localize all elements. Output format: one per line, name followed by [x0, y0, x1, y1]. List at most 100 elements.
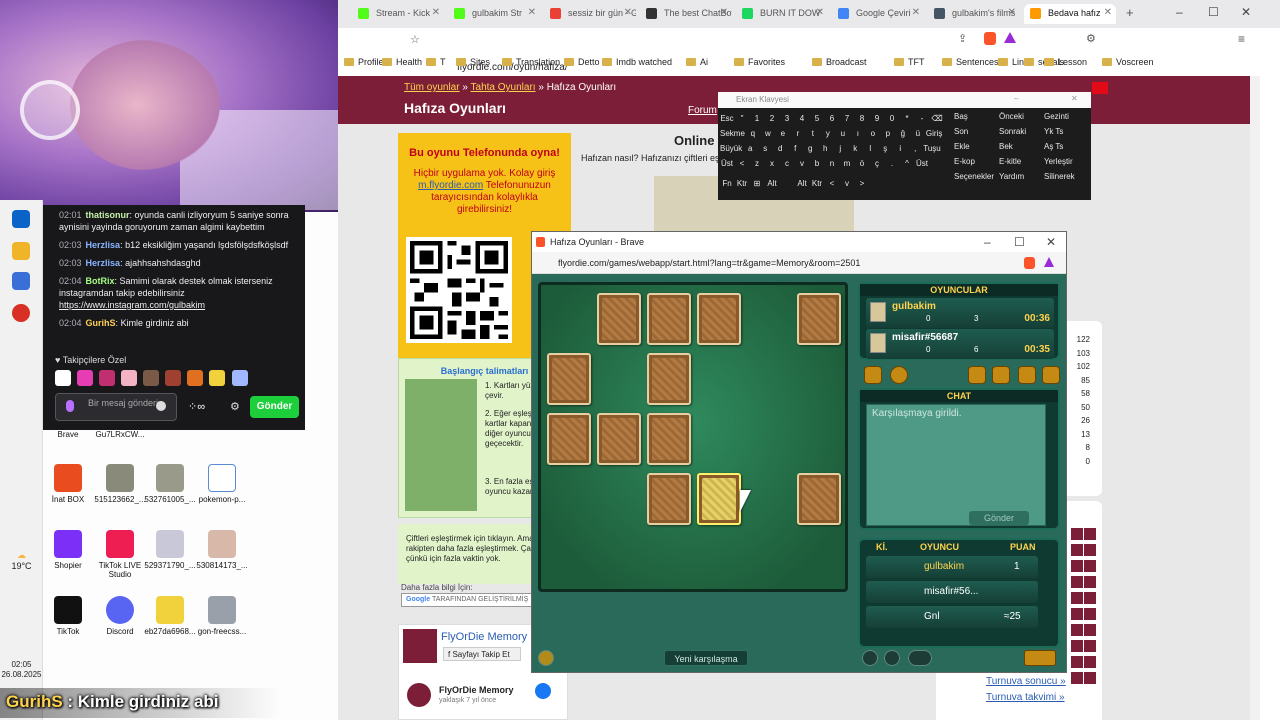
keyboard-side-key[interactable]: Baş	[954, 110, 998, 124]
keyboard-key[interactable]: w	[761, 127, 775, 141]
memory-card[interactable]	[597, 293, 641, 345]
keyboard-key[interactable]: x	[765, 157, 779, 171]
menu-icon[interactable]: ≡	[1238, 32, 1245, 46]
emote-face[interactable]	[165, 370, 182, 386]
bookmark-icon[interactable]: ☆	[410, 33, 420, 46]
keyboard-key[interactable]: ş	[878, 142, 892, 156]
chat-username[interactable]: GurihS	[86, 318, 116, 328]
memory-card[interactable]	[547, 413, 591, 465]
brave-rewards-icon[interactable]	[1044, 257, 1054, 267]
keyboard-key[interactable]: Ktr	[735, 177, 749, 191]
tab-close-icon[interactable]: ✕	[720, 7, 728, 18]
keyboard-key[interactable]: 1	[750, 112, 764, 126]
keyboard-key[interactable]: 6	[825, 112, 839, 126]
settings-icon[interactable]	[864, 366, 882, 384]
keyboard-key[interactable]: Alt	[795, 177, 809, 191]
keyboard-key[interactable]: ö	[855, 157, 869, 171]
memory-card[interactable]	[697, 293, 741, 345]
emote-pikachu[interactable]	[209, 370, 226, 386]
keyboard-key[interactable]: Fn	[720, 177, 734, 191]
keyboard-key[interactable]: f	[788, 142, 802, 156]
keyboard-key[interactable]: <	[825, 177, 839, 191]
keyboard-key[interactable]: 7	[840, 112, 854, 126]
page-scrollbar[interactable]	[1250, 76, 1260, 720]
keyboard-key[interactable]: a	[743, 142, 757, 156]
send-button[interactable]: Gönder	[250, 396, 299, 418]
keyboard-key[interactable]: ⊞	[750, 177, 764, 191]
tournament-schedule-link[interactable]: Turnuva takvimi »	[986, 690, 1066, 706]
keyboard-key[interactable]: ,	[908, 142, 922, 156]
bookmark-item[interactable]: Imdb watched	[602, 57, 672, 67]
keyboard-key[interactable]: ^	[900, 157, 914, 171]
bookmark-item[interactable]: Voscreen	[1102, 57, 1154, 67]
bookmark-item[interactable]: Profile	[344, 57, 384, 67]
promo-link[interactable]: m.flyordie.com	[418, 180, 483, 191]
keyboard-key[interactable]: b	[810, 157, 824, 171]
bookmark-item[interactable]: Broadcast	[812, 57, 867, 67]
chat-send-button[interactable]: Gönder	[969, 511, 1029, 525]
tab[interactable]: The best ChatBot ✕	[640, 4, 732, 24]
brave-rewards-icon[interactable]	[1004, 32, 1016, 43]
keyboard-key[interactable]: p	[881, 127, 895, 141]
tab[interactable]: gulbakim Str ✕	[448, 4, 540, 24]
keyboard-side-key[interactable]: Aş Ts	[1044, 140, 1088, 154]
keyboard-key[interactable]: u	[836, 127, 850, 141]
keyboard-key[interactable]: Tuşu	[923, 142, 941, 156]
game-maximize-button[interactable]: ☐	[1014, 235, 1025, 249]
gift-icon[interactable]: ⁘∞	[188, 400, 205, 413]
keyboard-key[interactable]: ⌫	[930, 112, 944, 126]
keyboard-side-key[interactable]: Bek	[999, 140, 1043, 154]
emote-s[interactable]	[77, 370, 94, 386]
keyboard-key[interactable]: Üst	[915, 157, 929, 171]
bookmark-item[interactable]: Favorites	[734, 57, 785, 67]
desktop-icon-document[interactable]: pokemon-p...	[190, 464, 254, 504]
tab-close-icon[interactable]: ✕	[432, 7, 440, 18]
chat-bubble-icon[interactable]	[1018, 366, 1036, 384]
game-url-bar[interactable]: flyordie.com/games/webapp/start.html?lan…	[532, 252, 1066, 274]
tab-close-icon[interactable]: ✕	[624, 7, 632, 18]
keyboard-key[interactable]: -	[915, 112, 929, 126]
keyboard-key[interactable]: g	[803, 142, 817, 156]
keyboard-key[interactable]: ı	[851, 127, 865, 141]
keyboard-key[interactable]: d	[773, 142, 787, 156]
game-close-button[interactable]: ✕	[1046, 235, 1056, 249]
emoji-icon[interactable]	[156, 401, 166, 411]
emote-a[interactable]	[55, 370, 71, 386]
keyboard-key[interactable]: o	[866, 127, 880, 141]
emote-d[interactable]	[99, 370, 116, 386]
desktop-icon-image[interactable]: 530814173_...	[190, 530, 254, 570]
facebook-icon[interactable]	[535, 683, 551, 699]
new-match-button[interactable]: Yeni karşılaşma	[664, 650, 748, 666]
keyboard-key[interactable]: ğ	[896, 127, 910, 141]
game-minimize-button[interactable]: –	[984, 235, 991, 249]
keyboard-key[interactable]: Üst	[720, 157, 734, 171]
keyboard-key[interactable]: Giriş	[926, 127, 942, 141]
tab[interactable]: BURN IT DOW ✕	[736, 4, 828, 24]
keyboard-key[interactable]: <	[735, 157, 749, 171]
fb-page-name[interactable]: FlyOrDie Memory	[441, 631, 527, 643]
keyboard-key[interactable]: m	[840, 157, 854, 171]
bookmark-item[interactable]: Detto	[564, 57, 600, 67]
fb-post-name[interactable]: FlyOrDie Memory	[439, 685, 514, 695]
breadcrumb-all-games[interactable]: Tüm oyunlar	[404, 82, 460, 93]
keyboard-key[interactable]: c	[780, 157, 794, 171]
tournament-result-link[interactable]: Turnuva sonucu »	[986, 674, 1066, 690]
keyboard-side-key[interactable]: E-kitle	[999, 155, 1043, 169]
bookmark-item[interactable]: Translation	[502, 57, 560, 67]
keyboard-key[interactable]: 9	[870, 112, 884, 126]
keyboard-key[interactable]: y	[821, 127, 835, 141]
keyboard-key[interactable]: v	[840, 177, 854, 191]
bookmark-item[interactable]: Ai	[686, 57, 708, 67]
keyboard-side-key[interactable]: Son	[954, 125, 998, 139]
fb-follow-button[interactable]: f Sayfayı Takip Et	[443, 647, 521, 661]
maximize-button[interactable]: ☐	[1208, 5, 1219, 19]
keyboard-key[interactable]: ç	[870, 157, 884, 171]
keyboard-key[interactable]	[780, 172, 794, 186]
extensions-icon[interactable]: ⚙	[1086, 32, 1096, 45]
keyboard-key[interactable]: i	[893, 142, 907, 156]
memory-card[interactable]	[597, 413, 641, 465]
keyboard-key[interactable]: s	[758, 142, 772, 156]
file-explorer-icon[interactable]	[12, 242, 30, 260]
mic-icon[interactable]	[66, 400, 74, 412]
close-window-button[interactable]: ✕	[1241, 5, 1251, 19]
